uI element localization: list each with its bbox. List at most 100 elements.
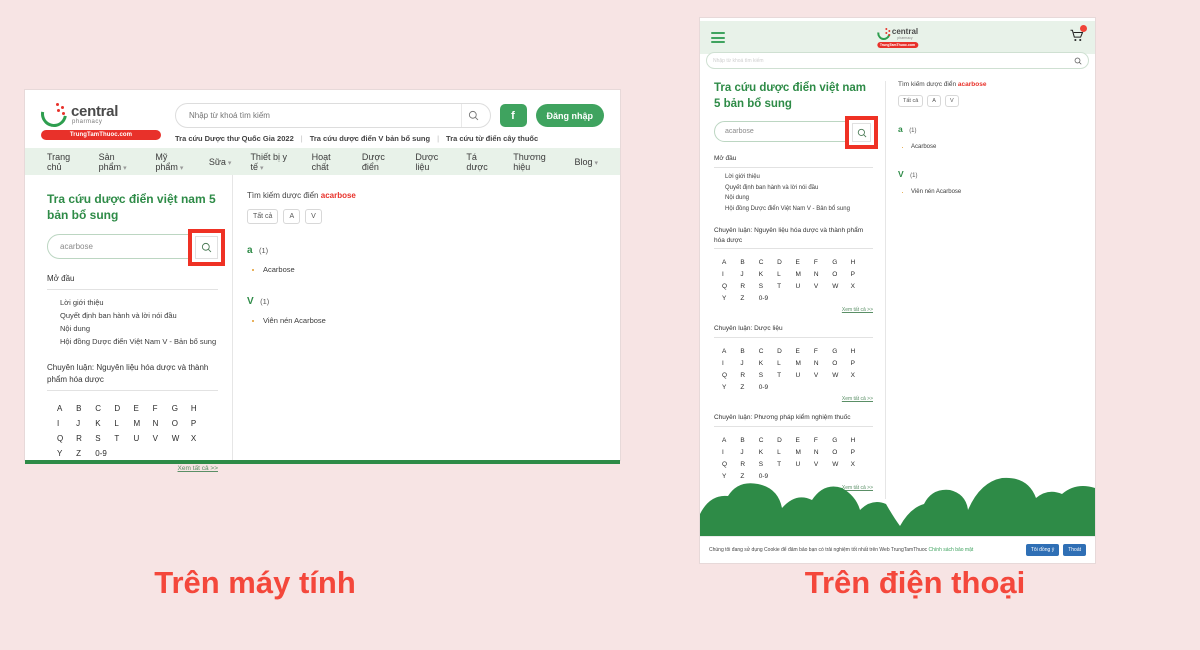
alpha-link[interactable]: N [814, 449, 832, 456]
nav-item-duoc-lieu[interactable]: Dược liệu [415, 152, 447, 172]
alpha-link[interactable]: K [95, 419, 114, 428]
nav-item-thiet-bi-y-te[interactable]: Thiết bị y tế ▾ [250, 152, 292, 172]
alpha-link[interactable]: R [76, 434, 95, 443]
alpha-link[interactable]: U [134, 434, 153, 443]
alpha-link[interactable]: S [95, 434, 114, 443]
alpha-link[interactable]: V [814, 461, 832, 468]
alpha-link[interactable]: J [740, 449, 758, 456]
sublink-2[interactable]: Tra cứu từ điển cây thuốc [446, 134, 538, 143]
alpha-link[interactable]: G [172, 404, 191, 413]
alpha-link[interactable]: Z [740, 295, 758, 302]
alpha-link[interactable]: 0-9 [95, 449, 114, 458]
alpha-link[interactable]: E [796, 348, 814, 355]
alpha-link[interactable]: F [814, 437, 832, 444]
list-item[interactable]: Viên nén Acarbose [911, 187, 1083, 197]
alpha-link[interactable]: P [191, 419, 210, 428]
privacy-policy-link[interactable]: Chính sách bảo mật [929, 547, 974, 553]
search-icon[interactable] [1074, 53, 1082, 68]
alpha-link[interactable]: R [740, 372, 758, 379]
alpha-link[interactable]: K [759, 449, 777, 456]
pharmacopoeia-search-button[interactable] [852, 123, 871, 143]
alpha-link[interactable]: N [814, 360, 832, 367]
alpha-link[interactable]: T [777, 461, 795, 468]
nav-item-hoat-chat[interactable]: Hoạt chất [312, 152, 343, 172]
alpha-link[interactable]: W [172, 434, 191, 443]
alpha-link[interactable]: S [759, 283, 777, 290]
alpha-link[interactable]: J [740, 271, 758, 278]
nav-item-duoc-dien[interactable]: Dược điển [362, 152, 396, 172]
alpha-link[interactable]: A [722, 437, 740, 444]
alpha-link[interactable]: J [76, 419, 95, 428]
alpha-link[interactable]: B [740, 348, 758, 355]
alpha-link[interactable]: P [851, 271, 869, 278]
alpha-link[interactable]: I [57, 419, 76, 428]
header-search-box[interactable] [175, 103, 491, 128]
alpha-link[interactable]: O [832, 271, 850, 278]
alpha-link[interactable]: I [722, 360, 740, 367]
alpha-link[interactable]: I [722, 449, 740, 456]
nav-item-san-pham[interactable]: Sản phẩm ▾ [99, 152, 137, 172]
cookie-accept-button[interactable]: Tôi đồng ý [1025, 544, 1060, 556]
list-item[interactable]: Lời giới thiệu [725, 172, 873, 183]
facebook-button[interactable]: f [499, 104, 527, 127]
alpha-link[interactable]: W [832, 283, 850, 290]
alpha-link[interactable]: G [832, 437, 850, 444]
nav-item-my-pham[interactable]: Mỹ phẩm ▾ [155, 152, 190, 172]
alpha-link[interactable]: U [796, 372, 814, 379]
see-all-link[interactable]: Xem tất cả >> [714, 307, 873, 313]
alpha-link[interactable]: M [134, 419, 153, 428]
filter-tat-ca[interactable]: Tất cả [247, 209, 279, 224]
sublink-0[interactable]: Tra cứu Dược thư Quốc Gia 2022 [175, 134, 294, 143]
alpha-link[interactable]: F [814, 348, 832, 355]
alpha-link[interactable]: V [153, 434, 172, 443]
list-item[interactable]: Hội đồng Dược điển Việt Nam V - Bản bổ s… [60, 335, 218, 348]
nav-item-blog[interactable]: Blog ▾ [574, 157, 598, 167]
alpha-link[interactable]: 0-9 [759, 295, 777, 302]
alpha-link[interactable]: N [153, 419, 172, 428]
alpha-link[interactable]: W [832, 461, 850, 468]
see-all-link[interactable]: Xem tất cả >> [714, 396, 873, 402]
nav-item-sua[interactable]: Sữa ▾ [209, 157, 232, 167]
alpha-link[interactable]: Z [740, 384, 758, 391]
cookie-exit-button[interactable]: Thoát [1063, 544, 1086, 556]
alpha-link[interactable]: S [759, 461, 777, 468]
alpha-link[interactable]: C [759, 348, 777, 355]
pharmacopoeia-search-box[interactable]: acarbose [714, 116, 878, 150]
list-item[interactable]: Hội đồng Dược điển Việt Nam V - Bản bổ s… [725, 204, 873, 215]
alpha-link[interactable]: T [777, 283, 795, 290]
alpha-link[interactable]: X [851, 461, 869, 468]
alpha-link[interactable]: A [722, 259, 740, 266]
alpha-link[interactable]: 0-9 [759, 384, 777, 391]
alpha-link[interactable]: L [777, 271, 795, 278]
filter-tat-ca[interactable]: Tất cả [898, 95, 924, 107]
alpha-link[interactable]: H [191, 404, 210, 413]
alpha-link[interactable]: B [740, 259, 758, 266]
alpha-link[interactable]: Q [722, 283, 740, 290]
filter-a[interactable]: A [283, 209, 301, 224]
alpha-link[interactable]: M [796, 271, 814, 278]
nav-item-trang-chu[interactable]: Trang chủ [47, 152, 80, 172]
sublink-1[interactable]: Tra cứu dược điển V bản bổ sung [310, 134, 430, 143]
alpha-link[interactable]: R [740, 461, 758, 468]
alpha-link[interactable]: T [777, 372, 795, 379]
alpha-link[interactable]: K [759, 271, 777, 278]
alpha-link[interactable]: U [796, 461, 814, 468]
alpha-link[interactable]: O [172, 419, 191, 428]
pharmacopoeia-search-button[interactable] [195, 236, 218, 260]
nav-item-thuong-hieu[interactable]: Thương hiệu [513, 152, 555, 172]
alpha-link[interactable]: H [851, 437, 869, 444]
alpha-link[interactable]: O [832, 360, 850, 367]
alpha-link[interactable]: T [114, 434, 133, 443]
pharmacopoeia-search-input[interactable]: acarbose [725, 128, 754, 135]
alpha-link[interactable]: B [76, 404, 95, 413]
alpha-link[interactable]: J [740, 360, 758, 367]
alpha-link[interactable]: E [134, 404, 153, 413]
alpha-link[interactable]: I [722, 271, 740, 278]
alpha-link[interactable]: E [796, 437, 814, 444]
mobile-search-input[interactable]: Nhập từ khoá tìm kiếm [713, 58, 1074, 64]
alpha-link[interactable]: O [832, 449, 850, 456]
see-all-link[interactable]: Xem tất cả >> [47, 465, 218, 472]
list-item[interactable]: Nội dung [725, 193, 873, 204]
alpha-link[interactable]: Q [57, 434, 76, 443]
list-item[interactable]: Acarbose [263, 264, 604, 277]
